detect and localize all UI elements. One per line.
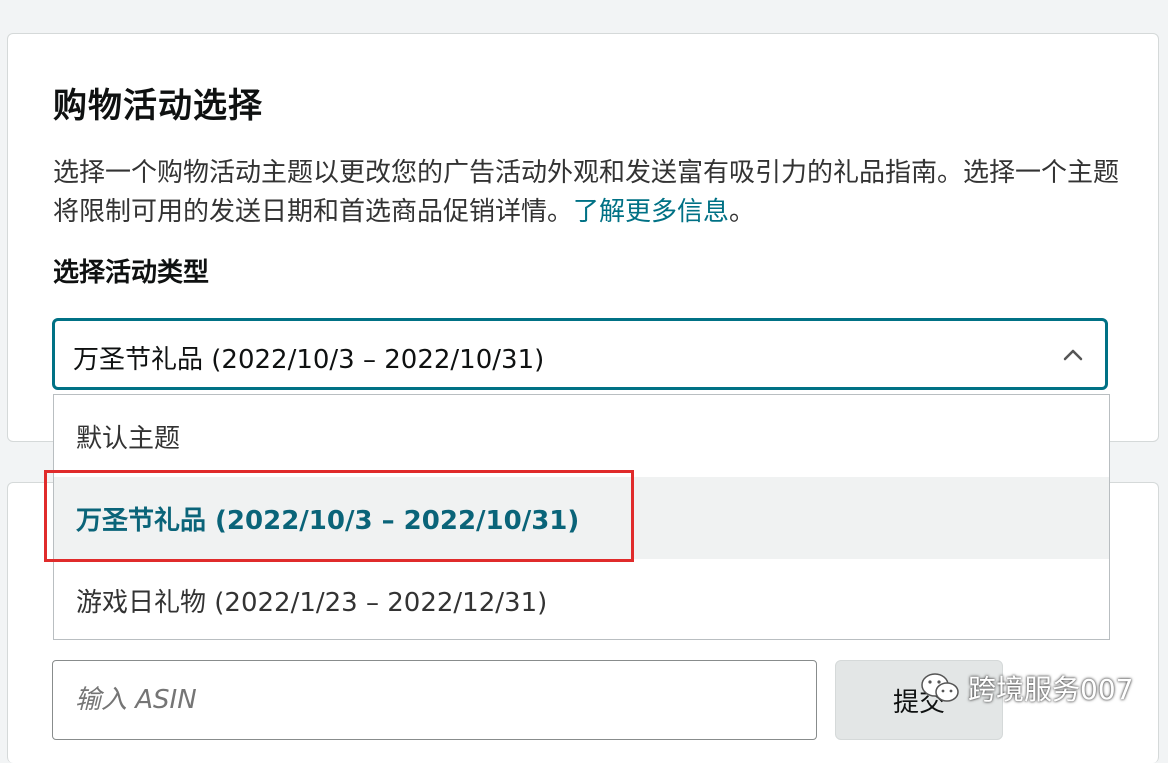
description: 选择一个购物活动主题以更改您的广告活动外观和发送富有吸引力的礼品指南。选择一个主… (53, 154, 1123, 232)
description-end: 。 (729, 197, 756, 227)
activity-type-label: 选择活动类型 (53, 258, 210, 288)
wechat-icon (921, 673, 959, 702)
annotation-highlight-box (44, 470, 634, 562)
chevron-up-icon (1063, 349, 1083, 361)
asin-input[interactable] (52, 660, 817, 740)
dropdown-option-default[interactable]: 默认主题 (54, 395, 1109, 477)
select-value: 万圣节礼品 (2022/10/3 – 2022/10/31) (73, 345, 545, 375)
dropdown-option-gameday[interactable]: 游戏日礼物 (2022/1/23 – 2022/12/31) (54, 559, 1109, 641)
watermark-text: 跨境服务007 (968, 673, 1134, 706)
learn-more-link[interactable]: 了解更多信息 (573, 197, 729, 227)
activity-type-select[interactable]: 万圣节礼品 (2022/10/3 – 2022/10/31) (52, 318, 1108, 390)
page-title: 购物活动选择 (53, 86, 263, 126)
watermark: 跨境服务007 (920, 668, 1133, 708)
